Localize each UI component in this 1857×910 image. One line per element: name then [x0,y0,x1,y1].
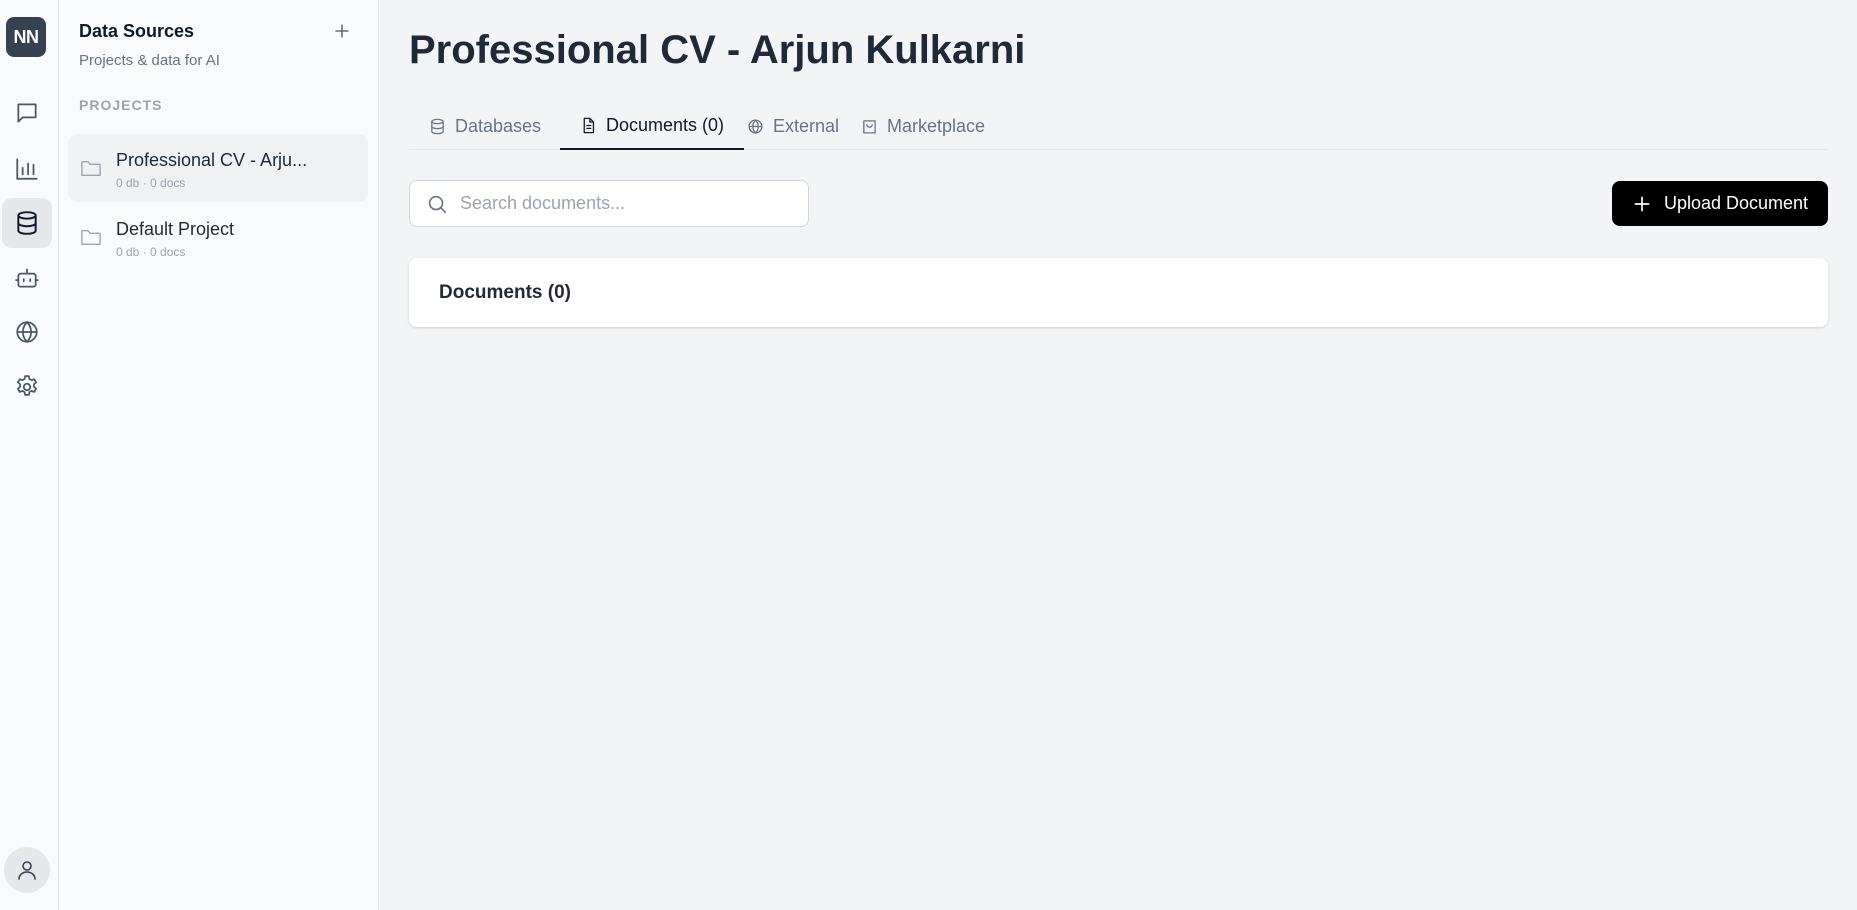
sidebar-title: Data Sources [79,21,195,41]
search-icon [428,195,447,214]
settings-nav-button[interactable] [2,362,52,412]
globe-icon [748,118,763,134]
agents-nav-button[interactable] [2,253,52,303]
main-content: Professional CV - Arjun Kulkarni Databas… [379,0,1857,910]
upload-document-button[interactable]: Upload Document [1612,181,1828,226]
project-item[interactable]: Professional CV - Arju... 0 db · 0 docs [68,134,368,202]
tab-bar: Databases Documents (0) External Marketp… [409,102,1828,150]
project-name: Professional CV - Arju... [116,150,308,170]
gear-icon [17,375,37,396]
analytics-nav-button[interactable] [2,144,52,194]
globe-icon [16,321,38,343]
database-icon [17,211,37,235]
tab-label: Databases [455,115,542,136]
tab-label: Documents (0) [606,114,725,135]
data-sources-sidebar: Data Sources Projects & data for AI PROJ… [59,0,379,910]
plus-icon [1634,196,1650,211]
bot-icon [15,268,39,288]
web-nav-button[interactable] [2,307,52,357]
user-icon [18,861,36,880]
chat-icon [17,103,37,123]
tab-label: Marketplace [887,115,986,136]
sidebar-subtitle: Projects & data for AI [79,52,220,69]
shopping-bag-icon [863,119,876,134]
tab-databases[interactable]: Databases [409,102,561,150]
plus-icon [335,24,349,38]
tab-documents[interactable]: Documents (0) [560,102,745,150]
folder-icon [81,160,101,176]
tab-marketplace[interactable]: Marketplace [841,102,1005,150]
app-logo[interactable]: NN [6,17,46,57]
tab-label: External [773,115,840,136]
page-title: Professional CV - Arjun Kulkarni [409,28,1026,72]
document-icon [583,117,595,133]
icon-rail: NN [0,0,59,910]
upload-button-label: Upload Document [1663,193,1809,213]
folder-icon [81,229,101,245]
database-icon [431,118,444,134]
project-item[interactable]: Default Project 0 db · 0 docs [68,203,368,271]
data-sources-nav-button[interactable] [2,198,52,248]
add-project-button[interactable] [329,18,355,44]
documents-card: Documents (0) [409,258,1828,327]
user-profile-button[interactable] [4,847,50,893]
tab-external[interactable]: External [727,102,859,150]
project-meta: 0 db · 0 docs [116,245,186,259]
search-input[interactable] [460,181,800,226]
projects-section-label: PROJECTS [79,97,163,113]
documents-card-title: Documents (0) [439,282,571,303]
search-box [409,180,809,227]
project-name: Default Project [116,219,235,239]
bar-chart-icon [16,158,38,180]
project-meta: 0 db · 0 docs [116,176,186,190]
chat-nav-button[interactable] [2,88,52,138]
